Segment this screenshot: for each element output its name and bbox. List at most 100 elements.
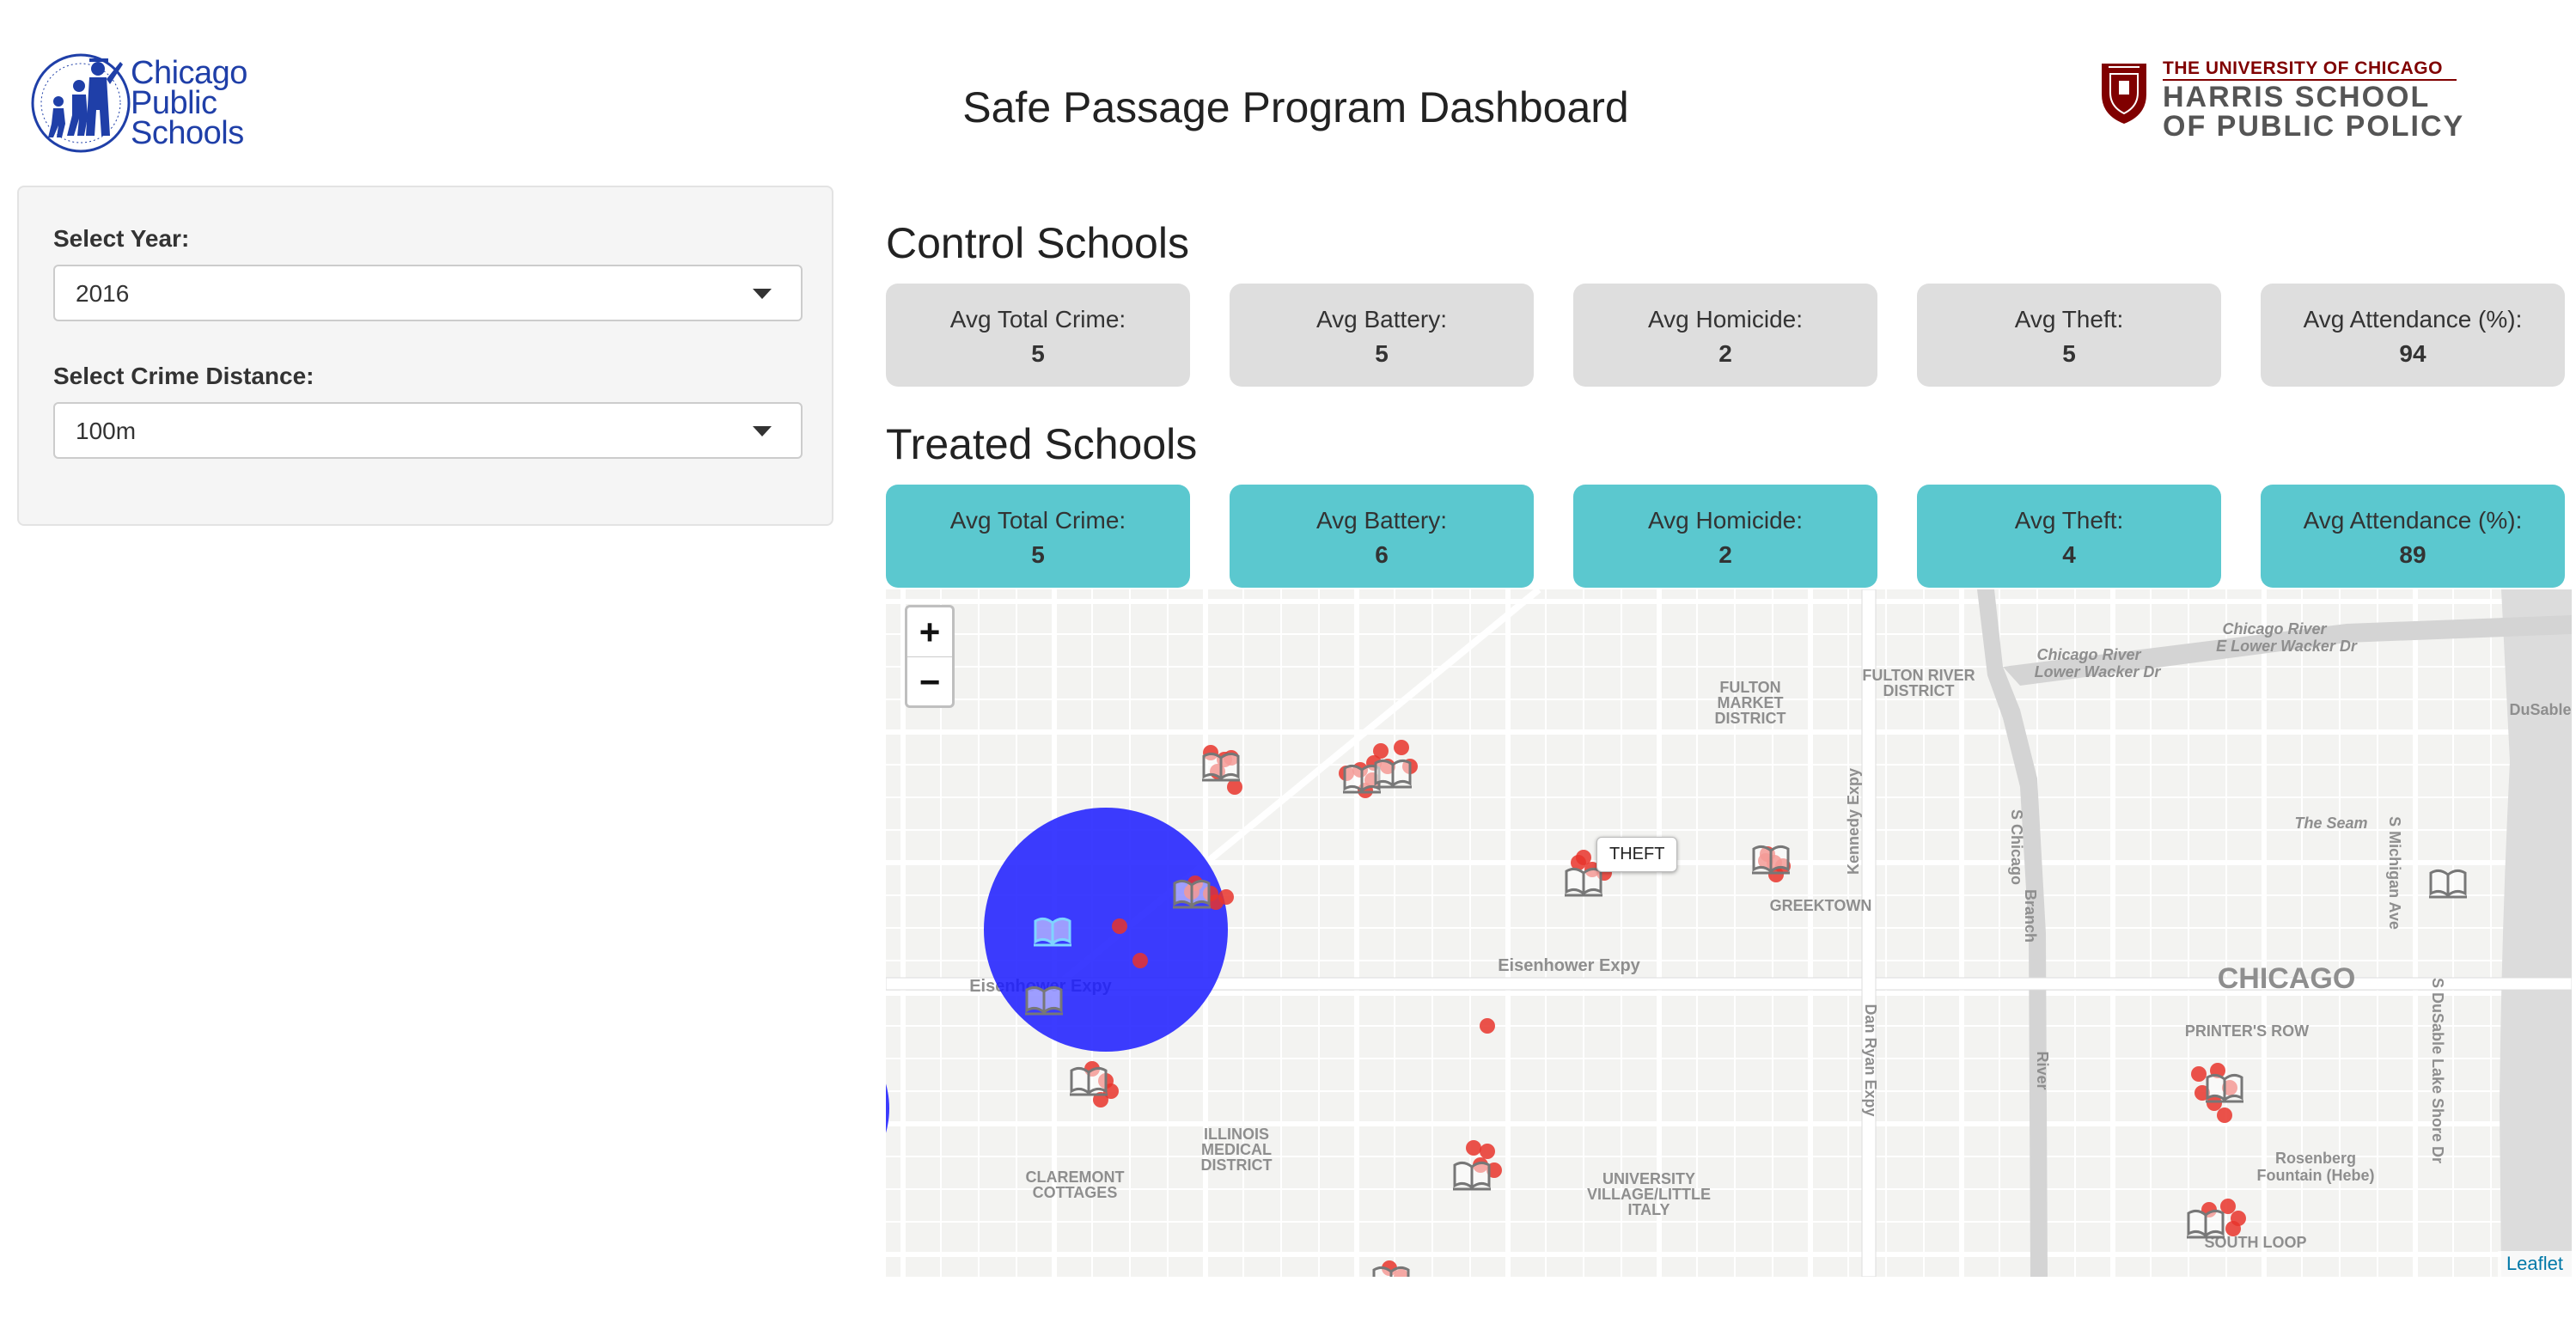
map-label: UNIVERSITY: [1602, 1170, 1695, 1187]
map-label: ITALY: [1627, 1201, 1670, 1218]
stat-label: Avg Homicide:: [1647, 507, 1803, 534]
map-label: FULTON RIVER: [1862, 667, 1975, 684]
control-stat-homicide: Avg Homicide: 2: [1573, 284, 1877, 387]
control-stat-theft: Avg Theft: 5: [1917, 284, 2221, 387]
map-label: Kennedy Expy: [1845, 768, 1862, 875]
map-label: PRINTER'S ROW: [2185, 1022, 2309, 1040]
treated-stat-battery: Avg Battery: 6: [1230, 485, 1534, 588]
stat-label: Avg Total Crime:: [949, 306, 1126, 333]
stat-label: Avg Theft:: [2014, 507, 2124, 534]
map-label: DuSable Ho: [2509, 701, 2572, 718]
dan-ryan-expressway: [1861, 589, 1877, 1277]
map-label: MARKET: [1718, 694, 1784, 711]
map-label: COTTAGES: [1033, 1184, 1118, 1201]
school-book-icon[interactable]: [2206, 1073, 2243, 1103]
map-label: S Chicago: [2008, 809, 2025, 885]
map-label: Eisenhower Expy: [1498, 956, 1640, 975]
leaflet-attribution-link[interactable]: Leaflet: [2497, 1251, 2572, 1277]
distance-select[interactable]: 100m: [53, 402, 803, 459]
treated-stat-theft: Avg Theft: 4: [1917, 485, 2221, 588]
zoom-out-button[interactable]: −: [907, 657, 952, 706]
stat-value: 94: [2399, 340, 2426, 367]
treated-schools-title: Treated Schools: [886, 420, 1198, 468]
crime-marker[interactable]: [2217, 1107, 2232, 1123]
chevron-down-icon: [753, 289, 772, 299]
map-label: Dan Ryan Expy: [1862, 1004, 1879, 1116]
control-stat-total-crime: Avg Total Crime: 5: [886, 284, 1190, 387]
crime-marker[interactable]: [1480, 1018, 1495, 1034]
zoom-in-button[interactable]: +: [907, 607, 952, 657]
school-book-icon[interactable]: [1374, 759, 1412, 789]
crime-marker[interactable]: [2191, 1066, 2207, 1082]
stat-label: Avg Battery:: [1315, 306, 1447, 333]
stat-value: 5: [1375, 340, 1389, 367]
crime-marker[interactable]: [1112, 918, 1127, 934]
stat-value: 5: [1031, 340, 1045, 367]
stat-label: Avg Attendance (%):: [2303, 306, 2523, 333]
stat-value: 6: [1375, 541, 1389, 568]
map-canvas[interactable]: FULTONMARKETDISTRICTFULTON RIVERDISTRICT…: [886, 589, 2572, 1277]
map-label: ILLINOIS: [1204, 1126, 1269, 1143]
school-buffer-circle[interactable]: [984, 808, 1228, 1052]
control-schools-title: Control Schools: [886, 219, 1189, 267]
map-label: VILLAGE/LITTLE: [1587, 1186, 1711, 1203]
stat-value: 5: [1031, 541, 1045, 568]
uchicago-shield-icon: [2102, 64, 2146, 124]
distance-select-label: Select Crime Distance:: [53, 363, 314, 389]
harris-logo-policy: OF PUBLIC POLICY: [2163, 110, 2465, 143]
school-buffer-circle[interactable]: [886, 1019, 889, 1198]
crime-marker[interactable]: [2225, 1221, 2241, 1236]
school-book-icon[interactable]: [1025, 985, 1063, 1016]
school-book-icon[interactable]: [1752, 845, 1790, 875]
map-label: Chicago River: [2036, 646, 2141, 663]
stat-value: 5: [2062, 340, 2076, 367]
map-label: S Michigan Ave: [2386, 816, 2403, 930]
map-label: Lower Wacker Dr: [2035, 663, 2162, 680]
year-select[interactable]: 2016: [53, 265, 803, 321]
map-label: FULTON: [1719, 679, 1780, 696]
crime-marker[interactable]: [1227, 779, 1242, 795]
crime-marker[interactable]: [1132, 953, 1148, 968]
sidebar-panel: Select Year: 2016 Select Crime Distance:…: [17, 186, 833, 526]
map-label: Chicago River: [2222, 620, 2327, 638]
school-book-icon[interactable]: [1565, 867, 1602, 897]
treated-stat-homicide: Avg Homicide: 2: [1573, 485, 1877, 588]
crime-marker[interactable]: [1576, 850, 1591, 865]
map-label: Fountain (Hebe): [2257, 1167, 2375, 1184]
stat-value: 2: [1718, 340, 1732, 367]
school-book-icon[interactable]: [1202, 752, 1240, 782]
map-label: Rosenberg: [2275, 1150, 2356, 1167]
school-book-icon[interactable]: [1070, 1066, 1108, 1096]
control-stat-battery: Avg Battery: 5: [1230, 284, 1534, 387]
map-label: CHICAGO: [2218, 962, 2356, 995]
map-label: CLAREMONT: [1026, 1169, 1125, 1186]
crime-tooltip: THEFT: [1596, 837, 1678, 872]
leaflet-map[interactable]: FULTON MARKET DISTRICT FULTON RIVER DISTRICT…: [886, 589, 2572, 1277]
stat-value: 4: [2062, 541, 2076, 568]
school-book-icon[interactable]: [2429, 869, 2467, 899]
crime-marker[interactable]: [1466, 1140, 1481, 1156]
distance-select-value: 100m: [76, 418, 137, 444]
stat-value: 89: [2399, 541, 2426, 568]
chevron-down-icon: [753, 426, 772, 436]
map-label: Branch: [2022, 889, 2039, 943]
school-book-icon[interactable]: [2187, 1209, 2225, 1239]
zoom-control: + −: [905, 605, 955, 708]
school-book-icon[interactable]: [1173, 879, 1211, 909]
crime-marker[interactable]: [1480, 1144, 1495, 1159]
crime-marker[interactable]: [1394, 740, 1409, 755]
map-label: DISTRICT: [1715, 710, 1786, 727]
school-book-icon[interactable]: [1453, 1161, 1491, 1191]
stat-label: Avg Battery:: [1315, 507, 1447, 534]
map-label: DISTRICT: [1201, 1156, 1273, 1174]
school-book-icon[interactable]: [1034, 917, 1071, 947]
harris-logo: THE UNIVERSITY OF CHICAGO HARRIS SCHOOL …: [2098, 58, 2463, 144]
crime-marker[interactable]: [1373, 743, 1389, 759]
map-label: The Seam: [2294, 815, 2367, 832]
harris-logo-university: THE UNIVERSITY OF CHICAGO: [2163, 58, 2443, 78]
treated-stat-attendance: Avg Attendance (%): 89: [2261, 485, 2565, 588]
control-stat-attendance: Avg Attendance (%): 94: [2261, 284, 2565, 387]
stat-label: Avg Theft:: [2014, 306, 2124, 333]
map-label: DISTRICT: [1883, 682, 1955, 699]
map-label: River: [2034, 1051, 2051, 1089]
